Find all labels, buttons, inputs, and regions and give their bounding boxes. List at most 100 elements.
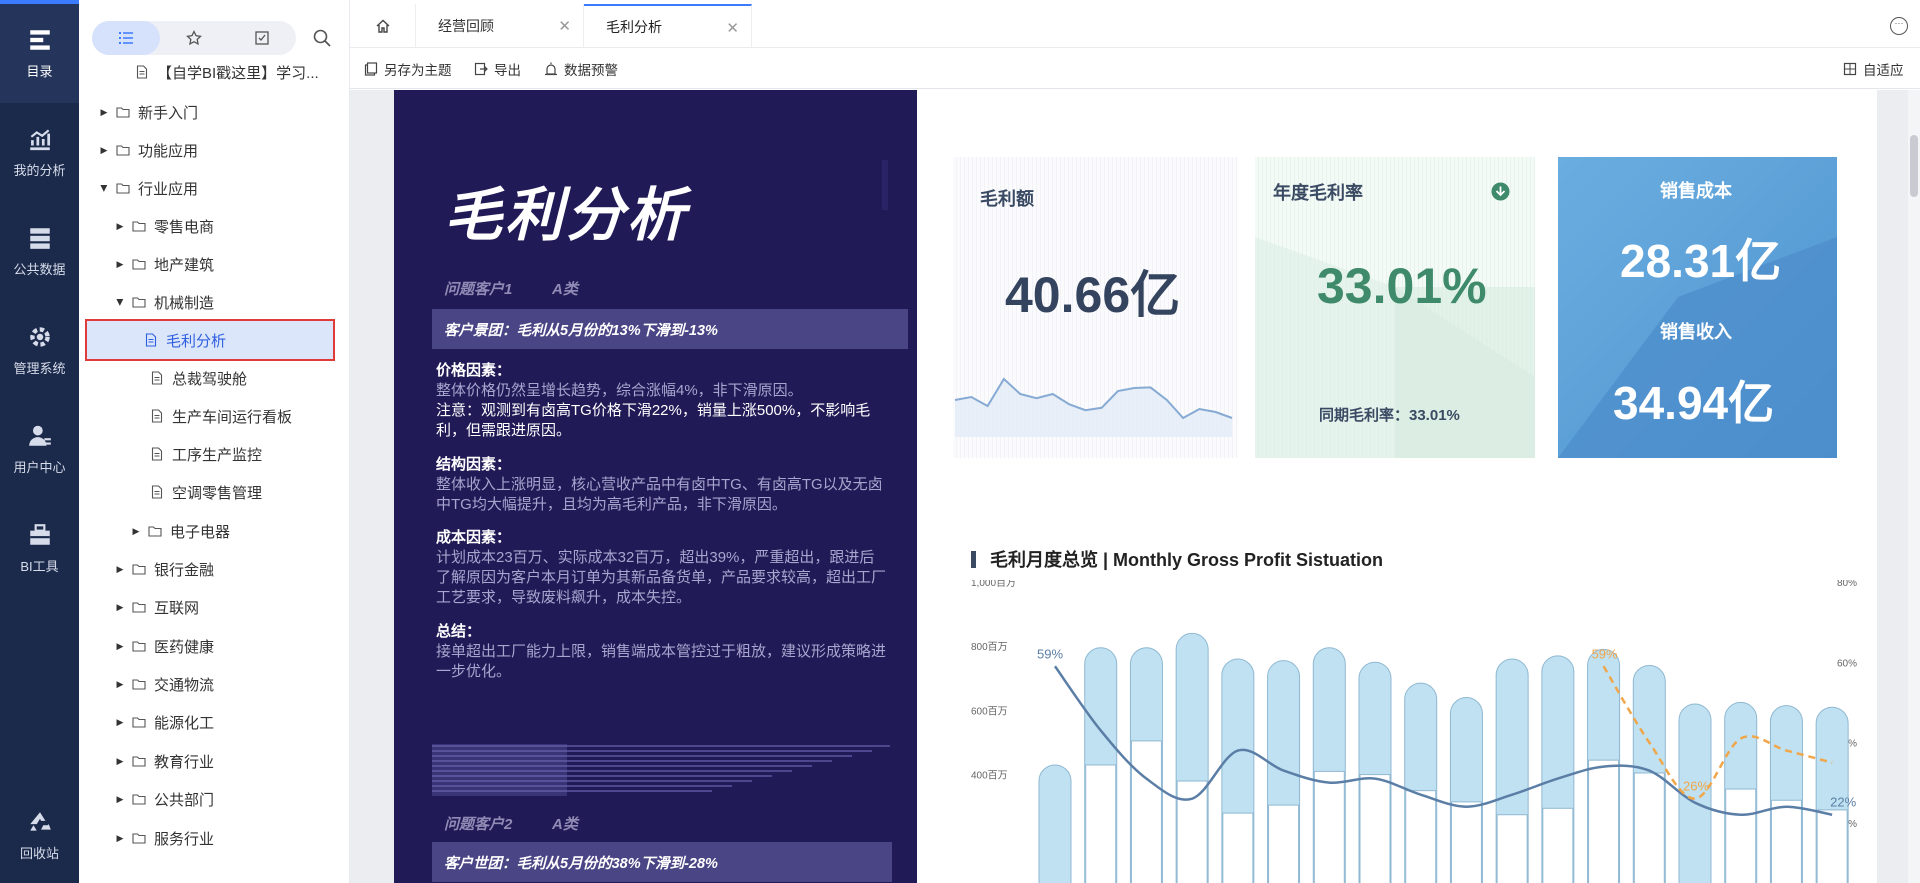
vertical-scrollbar[interactable] xyxy=(1908,90,1920,883)
rail-item-catalog[interactable]: 目录 xyxy=(0,4,79,103)
document-icon xyxy=(151,447,163,461)
document-icon xyxy=(136,65,148,79)
bar-inner xyxy=(1588,759,1620,883)
tree-item-label: 总裁驾驶舱 xyxy=(172,370,248,388)
bar-inner xyxy=(1176,780,1208,883)
bar-inner xyxy=(1725,788,1757,883)
summary-block: 总结： 接单超出工厂能力上限，销售端成本管控过于粗放，建议形成策略进一步优化。 xyxy=(436,622,886,682)
tree-item-label: 互联网 xyxy=(154,599,200,617)
bar-inner xyxy=(1496,814,1528,883)
rail-item-label: 管理系统 xyxy=(13,361,66,376)
rail-item-my-analysis[interactable]: 我的分析 xyxy=(0,103,79,202)
tree-folder-item[interactable]: ▶ 银行金融 xyxy=(79,551,349,587)
problem-customer-label: 问题客户2 xyxy=(444,816,513,833)
rail-item-management[interactable]: 管理系统 xyxy=(0,301,79,400)
tree-report-item[interactable]: 【自学BI戳这里】学习... xyxy=(79,54,349,90)
caret-down-icon[interactable]: ▶ xyxy=(99,182,110,194)
y-left-tick-label: 1,000百万 xyxy=(971,580,1016,589)
tab-business-review[interactable]: 经营回顾 ✕ xyxy=(416,4,584,48)
folder-icon xyxy=(116,107,130,118)
toolbox-icon xyxy=(29,524,50,545)
summary-text: 接单超出工厂能力上限，销售端成本管控过于粗放，建议形成策略进一步优化。 xyxy=(436,643,887,680)
tab-gross-profit-analysis[interactable]: 毛利分析 ✕ xyxy=(584,4,752,48)
document-icon xyxy=(151,409,163,423)
tree-item-label: 工序生产监控 xyxy=(172,446,263,464)
tree-folder-item[interactable]: ▶ 交通物流 xyxy=(79,666,349,702)
tree-report-item[interactable]: 总裁驾驶舱 xyxy=(79,360,349,396)
tree-folder-item[interactable]: ▶ 互联网 xyxy=(79,589,349,625)
customer-banner: 客户世团：毛利从5月份的38%下滑到-28% xyxy=(432,842,892,882)
tree-item-label: 银行金融 xyxy=(154,561,215,579)
tree-item-label: 生产车间运行看板 xyxy=(172,408,293,426)
search-icon[interactable] xyxy=(311,27,333,49)
tree-folder-item[interactable]: ▶ 服务行业 xyxy=(79,820,349,856)
rail-item-label: 回收站 xyxy=(19,846,59,861)
tree-folder-item[interactable]: ▶ 行业应用 xyxy=(79,170,349,206)
caret-right-icon[interactable]: ▶ xyxy=(114,641,126,652)
tree-folder-item[interactable]: ▶ 教育行业 xyxy=(79,743,349,779)
data-alert-button[interactable]: 数据预警 xyxy=(544,58,618,80)
folder-icon xyxy=(132,297,146,308)
tree-folder-item[interactable]: ▶ 公共部门 xyxy=(79,781,349,817)
folder-icon xyxy=(132,833,146,844)
close-icon[interactable]: ✕ xyxy=(558,17,571,35)
rail-item-label: 目录 xyxy=(26,64,53,79)
tree-folder-item[interactable]: ▶ 功能应用 xyxy=(79,132,349,168)
more-options-icon[interactable]: ··· xyxy=(1890,17,1908,35)
customer-class-label: A类 xyxy=(552,281,578,298)
rail-item-user-center[interactable]: 用户中心 xyxy=(0,400,79,499)
folder-icon xyxy=(116,145,130,156)
y-left-tick-label: 400百万 xyxy=(971,770,1008,782)
caret-right-icon[interactable]: ▶ xyxy=(114,221,126,232)
tree-item-label: 机械制造 xyxy=(154,294,215,312)
tab-label: 经营回顾 xyxy=(438,18,494,34)
caret-right-icon[interactable]: ▶ xyxy=(114,717,126,728)
scrollbar-thumb[interactable] xyxy=(1910,135,1918,197)
tab-label: 毛利分析 xyxy=(606,19,662,35)
caret-right-icon[interactable]: ▶ xyxy=(130,526,142,537)
rail-item-recycle-bin[interactable]: 回收站 xyxy=(0,786,79,883)
tree-report-item[interactable]: 毛利分析 xyxy=(85,319,335,361)
gear-icon xyxy=(29,327,50,347)
kpi-value: 28.31亿 xyxy=(1620,235,1782,287)
save-as-theme-button[interactable]: 另存为主题 xyxy=(364,58,452,80)
rail-item-bi-tools[interactable]: BI工具 xyxy=(0,499,79,598)
caret-right-icon[interactable]: ▶ xyxy=(98,145,110,156)
caret-right-icon[interactable]: ▶ xyxy=(98,107,110,118)
caret-right-icon[interactable]: ▶ xyxy=(114,602,126,613)
tree-folder-item[interactable]: ▶ 地产建筑 xyxy=(79,246,349,282)
checkbox-edit-icon xyxy=(255,31,269,45)
tree-report-item[interactable]: 生产车间运行看板 xyxy=(79,398,349,434)
tree-report-item[interactable]: 工序生产监控 xyxy=(79,436,349,472)
tree-folder-item[interactable]: ▶ 医药健康 xyxy=(79,628,349,664)
caret-right-icon[interactable]: ▶ xyxy=(114,794,126,805)
export-button[interactable]: 导出 xyxy=(474,58,521,80)
caret-down-icon[interactable]: ▶ xyxy=(115,296,126,308)
caret-right-icon[interactable]: ▶ xyxy=(114,564,126,575)
fit-to-screen-button[interactable]: 自适应 xyxy=(1843,58,1904,80)
caret-right-icon[interactable]: ▶ xyxy=(114,833,126,844)
tab-favorites[interactable] xyxy=(160,21,228,55)
structure-factor-heading: 结构因素： xyxy=(436,456,512,473)
folder-icon xyxy=(132,602,146,613)
tree-folder-item[interactable]: ▶ 电子电器 xyxy=(79,513,349,549)
kpi-value: 40.66亿 xyxy=(1005,267,1181,323)
caret-right-icon[interactable]: ▶ xyxy=(114,756,126,767)
close-icon[interactable]: ✕ xyxy=(726,19,739,37)
home-tab[interactable] xyxy=(350,4,416,48)
tree-folder-item[interactable]: ▶ 能源化工 xyxy=(79,704,349,740)
tab-list-view[interactable] xyxy=(92,21,160,55)
tree-folder-item[interactable]: ▶ 机械制造 xyxy=(79,284,349,320)
bar-inner xyxy=(1542,807,1574,883)
tree-report-item[interactable]: 空调零售管理 xyxy=(79,474,349,510)
fit-screen-icon xyxy=(1843,62,1857,76)
tab-checked[interactable] xyxy=(228,21,296,55)
folder-icon xyxy=(132,794,146,805)
tree-item-label: 新手入门 xyxy=(138,104,199,122)
caret-right-icon[interactable]: ▶ xyxy=(114,679,126,690)
tree-folder-item[interactable]: ▶ 零售电商 xyxy=(79,208,349,244)
tree-folder-item[interactable]: ▶ 新手入门 xyxy=(79,94,349,130)
caret-right-icon[interactable]: ▶ xyxy=(114,259,126,270)
rail-item-public-data[interactable]: 公共数据 xyxy=(0,202,79,301)
kpi-card-gross-profit: 毛利额 40.66亿 xyxy=(953,157,1238,458)
